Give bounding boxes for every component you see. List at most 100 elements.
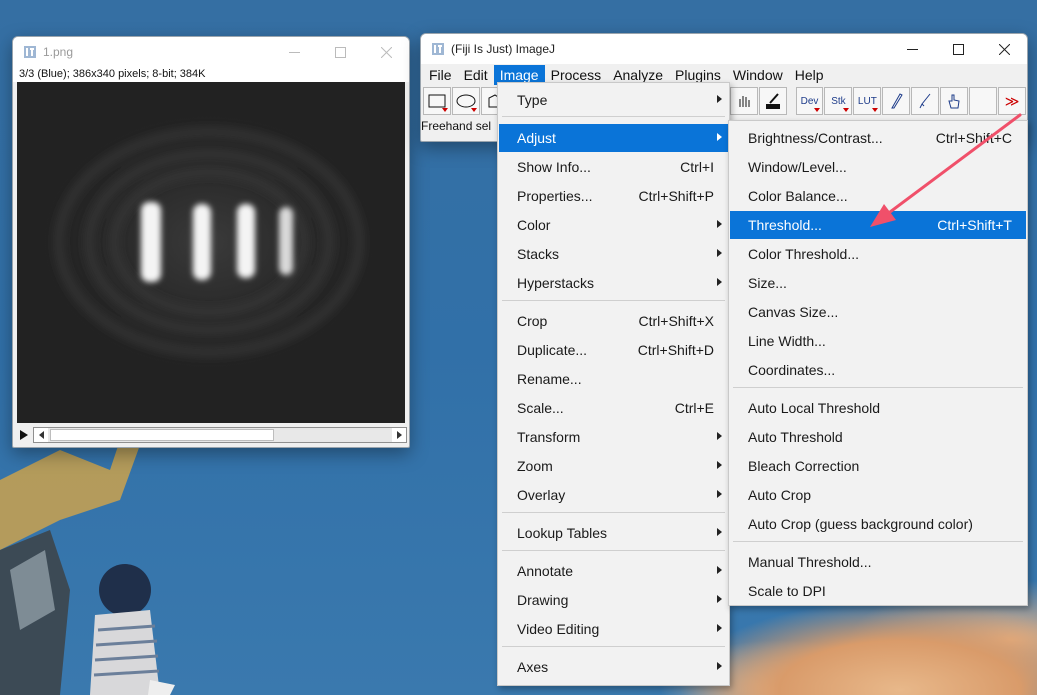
menu-item-brightness-contrast[interactable]: Brightness/Contrast... Ctrl+Shift+C bbox=[730, 124, 1026, 152]
minimize-icon bbox=[288, 51, 300, 53]
menu-item-show-info[interactable]: Show Info... Ctrl+I bbox=[499, 153, 728, 181]
close-button[interactable] bbox=[981, 34, 1027, 64]
imagej-titlebar[interactable]: (Fiji Is Just) ImageJ bbox=[421, 34, 1027, 64]
rectangle-icon bbox=[428, 94, 446, 108]
scroll-right-button[interactable] bbox=[392, 428, 406, 442]
wallpaper-illustration bbox=[0, 440, 175, 695]
menu-item-auto-crop[interactable]: Auto Crop bbox=[730, 481, 1026, 509]
menu-item-properties[interactable]: Properties... Ctrl+Shift+P bbox=[499, 182, 728, 210]
maximize-button[interactable] bbox=[935, 34, 981, 64]
menu-separator bbox=[502, 550, 725, 551]
stk-label: Stk bbox=[831, 95, 846, 107]
adjust-submenu: Brightness/Contrast... Ctrl+Shift+C Windo… bbox=[728, 120, 1028, 606]
menu-item-lookup-tables[interactable]: Lookup Tables bbox=[499, 519, 728, 547]
menu-window[interactable]: Window bbox=[727, 65, 789, 85]
menu-edit[interactable]: Edit bbox=[458, 65, 494, 85]
lut-label: LUT bbox=[857, 95, 877, 107]
maximize-button[interactable] bbox=[317, 37, 363, 67]
menu-item-hyperstacks[interactable]: Hyperstacks bbox=[499, 269, 728, 297]
rectangle-tool[interactable] bbox=[423, 87, 451, 115]
image-info-bar: 3/3 (Blue); 386x340 pixels; 8-bit; 384K bbox=[13, 67, 409, 82]
stack-tools-menu[interactable]: Stk bbox=[824, 87, 853, 115]
submenu-arrow-icon bbox=[717, 249, 722, 257]
menu-item-size[interactable]: Size... bbox=[730, 269, 1026, 297]
scroll-left-button[interactable] bbox=[34, 428, 48, 442]
lut-menu-tool[interactable]: LUT bbox=[853, 87, 882, 115]
oval-tool[interactable] bbox=[451, 87, 480, 115]
menu-separator bbox=[502, 646, 725, 647]
dropper-icon bbox=[766, 93, 781, 109]
submenu-arrow-icon bbox=[717, 595, 722, 603]
menu-item-duplicate[interactable]: Duplicate... Ctrl+Shift+D bbox=[499, 336, 728, 364]
menu-item-zoom[interactable]: Zoom bbox=[499, 452, 728, 480]
dev-label: Dev bbox=[800, 95, 819, 107]
image-window-titlebar[interactable]: 1.png bbox=[13, 37, 409, 67]
menu-help[interactable]: Help bbox=[789, 65, 830, 85]
play-animation-button[interactable] bbox=[17, 428, 31, 442]
more-tools-button[interactable]: ≫ bbox=[998, 87, 1027, 115]
pencil-tool[interactable] bbox=[882, 87, 911, 115]
menu-separator bbox=[502, 300, 725, 301]
menu-item-adjust[interactable]: Adjust bbox=[499, 124, 728, 152]
menu-item-manual-threshold[interactable]: Manual Threshold... bbox=[730, 548, 1026, 576]
submenu-arrow-icon bbox=[717, 662, 722, 670]
imagej-logo-icon bbox=[24, 46, 36, 58]
scroll-tool[interactable] bbox=[730, 87, 759, 115]
color-picker-tool[interactable] bbox=[759, 87, 788, 115]
menu-item-window-level[interactable]: Window/Level... bbox=[730, 153, 1026, 181]
submenu-arrow-icon bbox=[717, 432, 722, 440]
maximize-icon bbox=[334, 46, 346, 58]
empty-tool-slot[interactable] bbox=[969, 87, 998, 115]
scroll-thumb[interactable] bbox=[50, 429, 274, 441]
pencil-icon bbox=[891, 93, 904, 109]
menu-item-auto-crop-guess-bg[interactable]: Auto Crop (guess background color) bbox=[730, 510, 1026, 538]
menu-item-auto-local-threshold[interactable]: Auto Local Threshold bbox=[730, 394, 1026, 422]
menu-separator bbox=[502, 116, 725, 117]
menu-item-drawing[interactable]: Drawing bbox=[499, 586, 728, 614]
menu-item-stacks[interactable]: Stacks bbox=[499, 240, 728, 268]
menu-item-rename[interactable]: Rename... bbox=[499, 365, 728, 393]
brush-icon bbox=[919, 93, 931, 109]
menu-item-color-balance[interactable]: Color Balance... bbox=[730, 182, 1026, 210]
menu-item-bleach-correction[interactable]: Bleach Correction bbox=[730, 452, 1026, 480]
arrow-left-icon bbox=[38, 431, 44, 439]
menu-item-axes[interactable]: Axes bbox=[499, 653, 728, 681]
imagej-logo-icon bbox=[432, 43, 444, 55]
image-window-title: 1.png bbox=[43, 45, 74, 59]
brush-tool[interactable] bbox=[911, 87, 940, 115]
flood-fill-tool[interactable] bbox=[940, 87, 969, 115]
play-icon bbox=[20, 430, 28, 440]
developer-menu-tool[interactable]: Dev bbox=[795, 87, 824, 115]
submenu-arrow-icon bbox=[717, 624, 722, 632]
menu-item-coordinates[interactable]: Coordinates... bbox=[730, 356, 1026, 384]
minimize-button[interactable] bbox=[271, 37, 317, 67]
submenu-arrow-icon bbox=[717, 490, 722, 498]
close-icon bbox=[998, 43, 1010, 55]
minimize-button[interactable] bbox=[889, 34, 935, 64]
submenu-arrow-icon bbox=[717, 95, 722, 103]
menu-item-crop[interactable]: Crop Ctrl+Shift+X bbox=[499, 307, 728, 335]
submenu-arrow-icon bbox=[717, 220, 722, 228]
menu-item-line-width[interactable]: Line Width... bbox=[730, 327, 1026, 355]
menu-item-color-threshold[interactable]: Color Threshold... bbox=[730, 240, 1026, 268]
menu-item-transform[interactable]: Transform bbox=[499, 423, 728, 451]
menu-item-canvas-size[interactable]: Canvas Size... bbox=[730, 298, 1026, 326]
menu-item-threshold[interactable]: Threshold... Ctrl+Shift+T bbox=[730, 211, 1026, 239]
submenu-arrow-icon bbox=[717, 133, 722, 141]
menu-item-overlay[interactable]: Overlay bbox=[499, 481, 728, 509]
menu-item-scale[interactable]: Scale... Ctrl+E bbox=[499, 394, 728, 422]
hand-icon bbox=[739, 96, 750, 107]
close-button[interactable] bbox=[363, 37, 409, 67]
menu-item-annotate[interactable]: Annotate bbox=[499, 557, 728, 585]
microscopy-image bbox=[17, 82, 405, 423]
menu-item-type[interactable]: Type bbox=[499, 86, 728, 114]
menu-item-video-editing[interactable]: Video Editing bbox=[499, 615, 728, 643]
image-canvas[interactable] bbox=[17, 82, 405, 423]
menu-item-auto-threshold[interactable]: Auto Threshold bbox=[730, 423, 1026, 451]
menu-item-scale-to-dpi[interactable]: Scale to DPI bbox=[730, 577, 1026, 605]
oval-icon bbox=[456, 94, 476, 108]
stack-scrollbar[interactable] bbox=[17, 426, 407, 444]
slice-scrollbar[interactable] bbox=[33, 427, 407, 443]
menu-file[interactable]: File bbox=[423, 65, 458, 85]
menu-item-color[interactable]: Color bbox=[499, 211, 728, 239]
